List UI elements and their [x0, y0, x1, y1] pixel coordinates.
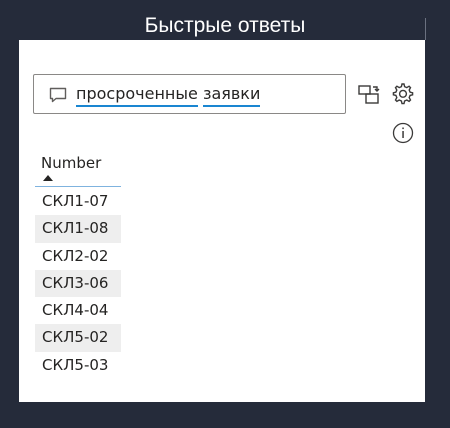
table-row[interactable]: СКЛ4-04 [35, 297, 121, 324]
query-word: заявки [202, 84, 261, 107]
query-word: просроченные [76, 84, 198, 107]
header-underline [35, 186, 121, 187]
table-row[interactable]: СКЛ1-08 [35, 215, 121, 243]
chat-bubble-icon [48, 86, 68, 104]
visual-title: Быстрые ответы [144, 14, 306, 37]
question-input[interactable]: просроченные заявки [33, 74, 346, 114]
result-table: СКЛ1-07 СКЛ1-08 СКЛ2-02 СКЛ3-06 СКЛ4-04 … [35, 188, 121, 379]
info-icon[interactable] [391, 120, 417, 146]
table-row[interactable]: СКЛ5-02 [35, 324, 121, 352]
convert-visual-icon[interactable] [356, 81, 382, 107]
column-header-number[interactable]: Number [41, 154, 101, 172]
qa-panel: просроченные заявки Number СКЛ1-07 СКЛ1-… [19, 40, 425, 402]
table-row[interactable]: СКЛ2-02 [35, 243, 121, 270]
table-row[interactable]: СКЛ3-06 [35, 269, 121, 298]
sort-ascending-icon [43, 175, 53, 181]
table-row[interactable]: СКЛ5-03 [35, 352, 121, 379]
header-divider [425, 18, 426, 40]
table-row[interactable]: СКЛ1-07 [35, 188, 121, 215]
gear-icon[interactable] [389, 81, 415, 107]
question-text: просроченные заявки [76, 84, 261, 107]
